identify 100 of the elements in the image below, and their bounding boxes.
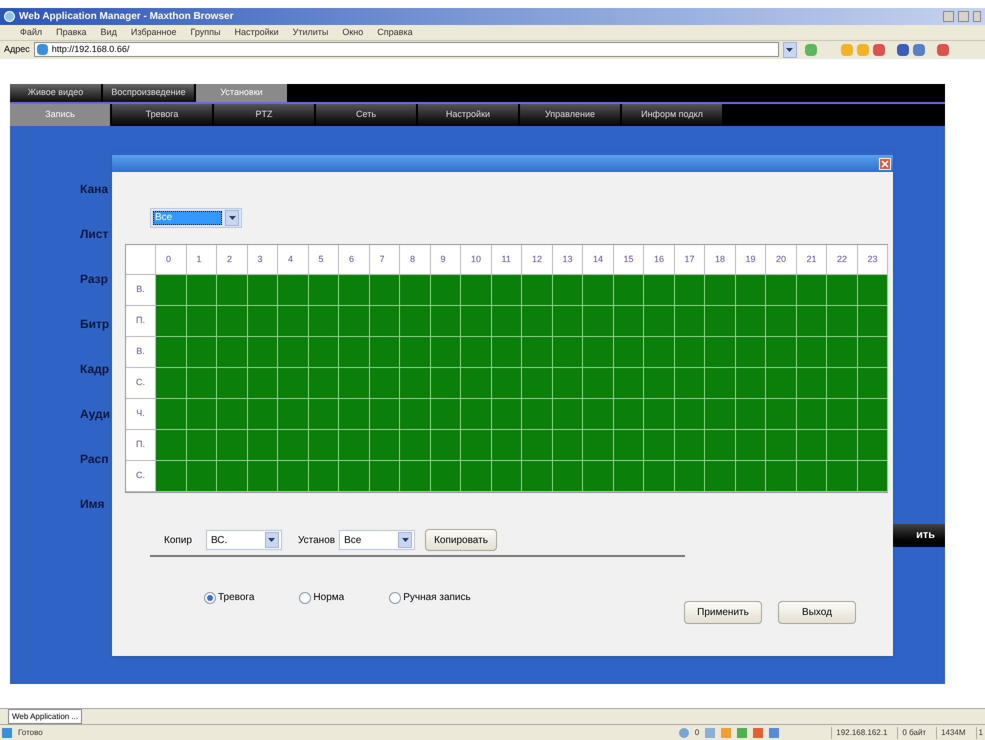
schedule-cell[interactable] xyxy=(522,275,552,306)
schedule-cell[interactable] xyxy=(370,399,400,430)
schedule-cell[interactable] xyxy=(370,337,400,368)
schedule-cell[interactable] xyxy=(278,430,308,462)
schedule-cell[interactable] xyxy=(705,430,736,462)
schedule-cell[interactable] xyxy=(430,337,461,368)
schedule-cell[interactable] xyxy=(339,430,370,462)
menu-item[interactable]: Настройки xyxy=(234,26,279,40)
copy-to-select[interactable]: Все xyxy=(339,530,416,550)
schedule-cell[interactable] xyxy=(461,399,492,430)
schedule-cell[interactable] xyxy=(644,430,674,462)
copy-button[interactable]: Копировать xyxy=(425,529,497,552)
apply-button[interactable]: Применить xyxy=(684,601,762,624)
schedule-cell[interactable] xyxy=(552,275,583,306)
schedule-cell[interactable] xyxy=(430,275,461,306)
schedule-cell[interactable] xyxy=(248,337,278,368)
schedule-cell[interactable] xyxy=(766,430,796,462)
schedule-cell[interactable] xyxy=(552,399,583,430)
schedule-cell[interactable] xyxy=(736,337,766,368)
schedule-cell[interactable] xyxy=(614,306,644,338)
schedule-cell[interactable] xyxy=(827,306,858,338)
schedule-cell[interactable] xyxy=(796,399,827,430)
schedule-cell[interactable] xyxy=(796,306,827,338)
schedule-cell[interactable] xyxy=(736,306,766,338)
schedule-cell[interactable] xyxy=(766,368,796,400)
schedule-cell[interactable] xyxy=(552,368,583,400)
schedule-cell[interactable] xyxy=(186,399,217,430)
schedule-cell[interactable] xyxy=(705,306,736,338)
schedule-cell[interactable] xyxy=(796,337,827,368)
schedule-cell[interactable] xyxy=(674,337,705,368)
schedule-cell[interactable] xyxy=(156,368,186,400)
schedule-cell[interactable] xyxy=(430,461,461,492)
schedule-cell[interactable] xyxy=(583,306,614,338)
menu-item[interactable]: Справка xyxy=(377,26,413,40)
schedule-cell[interactable] xyxy=(858,399,888,430)
schedule-cell[interactable] xyxy=(522,368,552,400)
schedule-cell[interactable] xyxy=(492,337,522,368)
mode-radio[interactable]: Тревога xyxy=(204,590,254,606)
schedule-cell[interactable] xyxy=(308,461,339,492)
schedule-cell[interactable] xyxy=(156,461,186,492)
schedule-cell[interactable] xyxy=(674,399,705,430)
schedule-cell[interactable] xyxy=(217,430,248,462)
schedule-cell[interactable] xyxy=(430,399,461,430)
schedule-cell[interactable] xyxy=(400,461,430,492)
schedule-cell[interactable] xyxy=(278,461,308,492)
schedule-cell[interactable] xyxy=(522,399,552,430)
schedule-cell[interactable] xyxy=(461,461,492,492)
schedule-cell[interactable] xyxy=(217,275,248,306)
schedule-cell[interactable] xyxy=(766,275,796,306)
schedule-cell[interactable] xyxy=(430,306,461,338)
schedule-cell[interactable] xyxy=(308,368,339,400)
schedule-cell[interactable] xyxy=(400,275,430,306)
schedule-cell[interactable] xyxy=(522,337,552,368)
schedule-cell[interactable] xyxy=(858,275,888,306)
schedule-cell[interactable] xyxy=(339,275,370,306)
schedule-cell[interactable] xyxy=(705,275,736,306)
taskbar-item[interactable]: Web Application ... xyxy=(8,709,82,724)
menu-item[interactable]: Вид xyxy=(100,26,117,40)
sub-tab[interactable]: Информ подкл xyxy=(622,104,722,126)
schedule-cell[interactable] xyxy=(552,461,583,492)
schedule-cell[interactable] xyxy=(796,430,827,462)
address-field[interactable]: http://192.168.0.66/ xyxy=(34,42,779,58)
schedule-cell[interactable] xyxy=(766,399,796,430)
schedule-cell[interactable] xyxy=(308,306,339,338)
schedule-cell[interactable] xyxy=(827,368,858,400)
schedule-cell[interactable] xyxy=(400,337,430,368)
schedule-cell[interactable] xyxy=(858,306,888,338)
schedule-cell[interactable] xyxy=(522,306,552,338)
schedule-cell[interactable] xyxy=(186,461,217,492)
schedule-cell[interactable] xyxy=(583,430,614,462)
schedule-cell[interactable] xyxy=(339,306,370,338)
sub-tab[interactable]: Настройки xyxy=(418,104,518,126)
schedule-cell[interactable] xyxy=(614,368,644,400)
schedule-cell[interactable] xyxy=(644,337,674,368)
top-tab[interactable]: Воспроизведение xyxy=(103,84,194,102)
schedule-cell[interactable] xyxy=(400,430,430,462)
schedule-cell[interactable] xyxy=(248,399,278,430)
schedule-cell[interactable] xyxy=(674,306,705,338)
schedule-cell[interactable] xyxy=(583,368,614,400)
mode-radio[interactable]: Норма xyxy=(299,590,344,606)
schedule-cell[interactable] xyxy=(614,461,644,492)
schedule-cell[interactable] xyxy=(461,337,492,368)
schedule-cell[interactable] xyxy=(430,430,461,462)
schedule-cell[interactable] xyxy=(156,275,186,306)
menu-item[interactable]: Группы xyxy=(190,26,220,40)
schedule-cell[interactable] xyxy=(400,399,430,430)
schedule-cell[interactable] xyxy=(552,430,583,462)
schedule-cell[interactable] xyxy=(492,461,522,492)
menu-item[interactable]: Правка xyxy=(56,26,87,40)
schedule-cell[interactable] xyxy=(339,368,370,400)
schedule-cell[interactable] xyxy=(552,306,583,338)
schedule-cell[interactable] xyxy=(858,461,888,492)
schedule-cell[interactable] xyxy=(766,337,796,368)
menu-item[interactable]: Утилиты xyxy=(292,26,328,40)
schedule-cell[interactable] xyxy=(400,368,430,400)
schedule-cell[interactable] xyxy=(583,399,614,430)
schedule-cell[interactable] xyxy=(217,461,248,492)
schedule-cell[interactable] xyxy=(308,275,339,306)
schedule-cell[interactable] xyxy=(827,430,858,462)
schedule-cell[interactable] xyxy=(278,306,308,338)
